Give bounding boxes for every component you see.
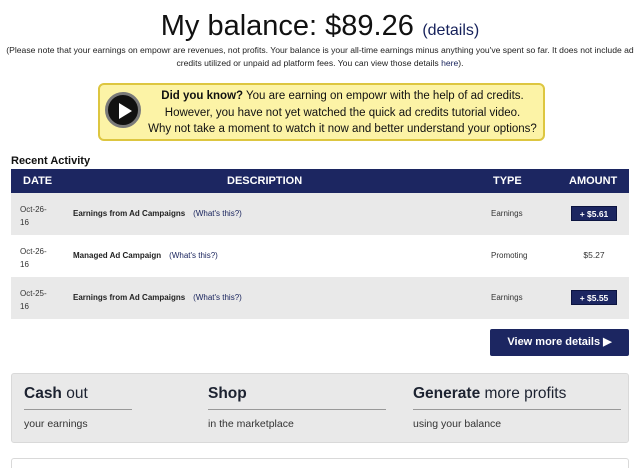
- table-row: Oct-26-16 Earnings from Ad Campaigns (Wha…: [11, 193, 629, 235]
- row-description-text: Earnings from Ad Campaigns: [73, 293, 186, 302]
- shop-bold: Shop: [208, 385, 247, 402]
- action-panel: Cash out your earnings Shop in the marke…: [11, 373, 629, 443]
- table-row: Oct-25-16 Earnings from Ad Campaigns (Wha…: [11, 277, 629, 319]
- row-type: Earnings: [491, 209, 523, 218]
- row-description: Managed Ad Campaign (What's this?): [73, 235, 218, 277]
- view-more-details-button[interactable]: View more details ▶: [490, 329, 629, 356]
- row-description-text: Managed Ad Campaign: [73, 251, 162, 260]
- table-row: Oct-26-16 Managed Ad Campaign (What's thi…: [11, 235, 629, 277]
- generate-action[interactable]: Generate more profits using your balance: [413, 385, 621, 430]
- row-date: Oct-25-16: [20, 289, 47, 311]
- balance-header: My balance: $89.26 (details): [0, 10, 640, 43]
- table-header: DATE DESCRIPTION TYPE AMOUNT: [11, 169, 629, 193]
- whats-this-link[interactable]: (What's this?): [169, 251, 218, 260]
- row-description: Earnings from Ad Campaigns (What's this?): [73, 193, 242, 235]
- row-date: Oct-26-16: [20, 247, 47, 269]
- tutorial-tip-box: Did you know? You are earning on empowr …: [98, 83, 545, 141]
- row-type: Promoting: [491, 251, 528, 260]
- amount-badge: + $5.55: [571, 290, 617, 305]
- divider: [413, 409, 621, 410]
- whats-this-link[interactable]: (What's this?): [193, 209, 242, 218]
- row-description: Earnings from Ad Campaigns (What's this?): [73, 277, 242, 319]
- cash-out-sub: your earnings: [24, 418, 88, 430]
- header-amount: AMOUNT: [569, 175, 618, 187]
- amount-value: $5.27: [583, 250, 605, 260]
- activity-table: DATE DESCRIPTION TYPE AMOUNT Oct-26-16 E…: [11, 169, 629, 319]
- shop-heading: Shop: [208, 385, 386, 403]
- generate-sub: using your balance: [413, 418, 502, 430]
- cash-out-bold: Cash: [24, 385, 62, 402]
- tip-line1: You are earning on empowr with the help …: [243, 90, 524, 102]
- generate-heading: Generate more profits: [413, 385, 621, 403]
- generate-bold: Generate: [413, 385, 481, 402]
- note-end: ).: [458, 58, 464, 68]
- header-type: TYPE: [493, 175, 522, 187]
- row-description-text: Earnings from Ad Campaigns: [73, 209, 186, 218]
- recent-activity-label: Recent Activity: [11, 155, 91, 167]
- cash-out-action[interactable]: Cash out your earnings: [24, 385, 132, 430]
- divider: [208, 409, 386, 410]
- tip-line3: Why not take a moment to watch it now an…: [148, 123, 537, 135]
- divider: [24, 409, 132, 410]
- tip-text: Did you know? You are earning on empowr …: [148, 88, 537, 138]
- tip-line2: However, you have not yet watched the qu…: [164, 106, 521, 119]
- whats-this-link[interactable]: (What's this?): [193, 293, 242, 302]
- cash-out-heading: Cash out: [24, 385, 132, 403]
- shop-action[interactable]: Shop in the marketplace: [208, 385, 386, 430]
- header-description: DESCRIPTION: [227, 175, 303, 187]
- header-date: DATE: [23, 175, 53, 187]
- tip-bold: Did you know?: [161, 90, 244, 102]
- row-type: Earnings: [491, 293, 523, 302]
- shop-sub: in the marketplace: [208, 418, 294, 430]
- note-text: (Please note that your earnings on empow…: [6, 45, 634, 68]
- note-here-link[interactable]: here: [441, 58, 458, 68]
- row-date: Oct-26-16: [20, 205, 47, 227]
- generate-rest: more profits: [480, 385, 567, 402]
- play-icon[interactable]: [105, 92, 141, 128]
- amount-badge: + $5.61: [571, 206, 617, 221]
- details-link[interactable]: (details): [422, 22, 479, 39]
- cash-out-rest: out: [61, 385, 88, 402]
- balance-title: My balance: $89.26: [160, 10, 414, 42]
- bottom-panel: [11, 458, 629, 468]
- balance-note: (Please note that your earnings on empow…: [6, 44, 634, 70]
